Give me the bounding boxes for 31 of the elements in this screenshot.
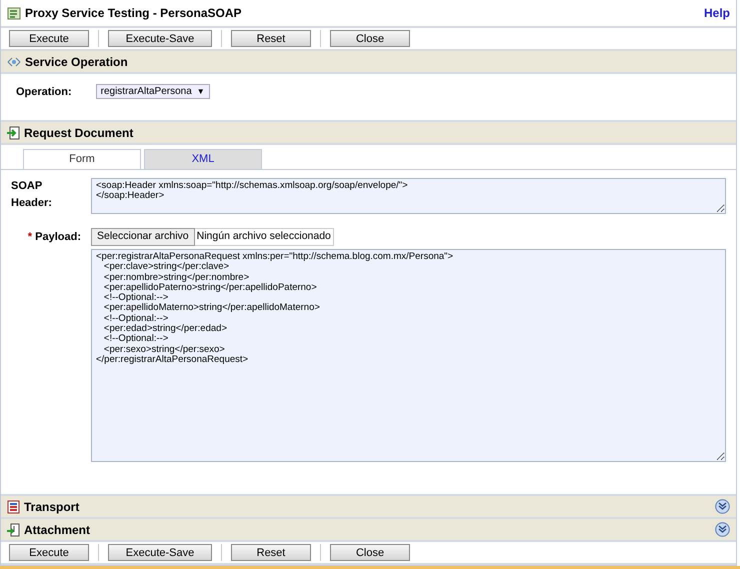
execute-save-button[interactable]: Execute-Save bbox=[108, 30, 212, 47]
soap-header-field[interactable]: <soap:Header xmlns:soap="http://schemas.xmlsoap.org/soap/envelope/"> </soap:Header> bbox=[91, 178, 726, 214]
close-button[interactable]: Close bbox=[330, 30, 410, 47]
expand-icon[interactable] bbox=[715, 499, 730, 514]
payload-field[interactable]: <per:registrarAltaPersonaRequest xmlns:per="http://schema.blog.com.mx/Persona"> <per:clave>string</per:clave> <per:nombre>string</per:nombre> <per:apellidoPaterno>string</per:apellidoPaterno> <!--Optional:--> <per:apellidoMaterno>string</per:apellidoMaterno> <!--Optional:--> <per:edad>string</per:edad> <!--Optional:--> <per:sexo>string</per:sexo> </per:registrarAltaPersonaRequest> bbox=[91, 249, 726, 462]
operation-dropdown[interactable]: registrarAltaPersona ▼ bbox=[96, 84, 210, 99]
execute-button[interactable]: Execute bbox=[9, 30, 89, 47]
document-clip-icon bbox=[7, 522, 20, 536]
expand-icon[interactable] bbox=[715, 522, 730, 537]
section-title: Service Operation bbox=[25, 54, 128, 70]
section-title: Transport bbox=[24, 498, 80, 516]
close-button[interactable]: Close bbox=[330, 544, 410, 561]
reset-button[interactable]: Reset bbox=[231, 30, 311, 47]
eye-icon bbox=[7, 56, 21, 66]
tab[interactable]: Form bbox=[23, 149, 141, 169]
execute-button[interactable]: Execute bbox=[9, 544, 89, 561]
choose-file-button[interactable]: Seleccionar archivo bbox=[91, 228, 195, 246]
file-status-text: Ningún archivo seleccionado bbox=[194, 228, 334, 246]
proxy-icon bbox=[7, 6, 21, 20]
field-label: Operation: bbox=[16, 85, 72, 100]
field-label: SOAP Header: bbox=[11, 179, 53, 210]
field-label: * Payload: bbox=[26, 230, 82, 245]
section-title: Attachment bbox=[24, 522, 90, 538]
help-link[interactable]: Help bbox=[704, 4, 730, 22]
stack-icon bbox=[7, 500, 20, 514]
reset-button[interactable]: Reset bbox=[231, 544, 311, 561]
dropdown-arrow-icon: ▼ bbox=[196, 86, 205, 98]
window-title: Proxy Service Testing - PersonaSOAP bbox=[25, 5, 242, 22]
section-title: Request Document bbox=[24, 124, 134, 142]
tab[interactable]: XML bbox=[144, 149, 262, 169]
execute-save-button[interactable]: Execute-Save bbox=[108, 544, 212, 561]
